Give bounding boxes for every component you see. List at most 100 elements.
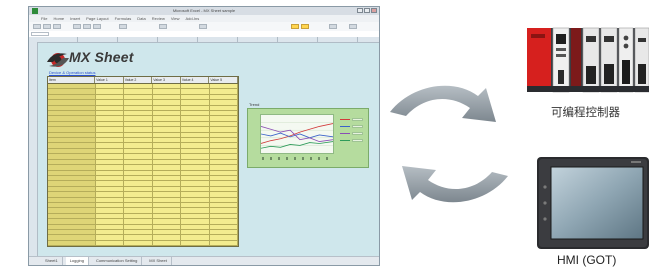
table-cell[interactable]: [124, 202, 153, 208]
table-cell[interactable]: [152, 121, 182, 127]
table-cell[interactable]: [48, 89, 96, 94]
table-cell[interactable]: [209, 202, 239, 208]
table-cell[interactable]: [95, 100, 125, 105]
ribbon-tab-home[interactable]: Home: [53, 15, 64, 22]
table-cell[interactable]: [181, 165, 210, 170]
table-cell[interactable]: [181, 84, 210, 89]
table-cell[interactable]: [181, 213, 210, 219]
table-cell[interactable]: [181, 208, 210, 213]
table-cell[interactable]: [95, 219, 125, 224]
table-row[interactable]: [48, 240, 239, 247]
table-cell[interactable]: [48, 165, 96, 170]
table-cell[interactable]: [48, 240, 96, 246]
bold-icon[interactable]: [83, 24, 91, 29]
table-cell[interactable]: [152, 224, 182, 229]
table-cell[interactable]: [48, 229, 96, 235]
table-cell[interactable]: [95, 240, 125, 246]
maximize-icon[interactable]: [364, 8, 370, 13]
table-cell[interactable]: [95, 121, 125, 127]
ribbon-tab-review[interactable]: Review: [152, 15, 165, 22]
table-cell[interactable]: [209, 186, 239, 192]
table-cell[interactable]: [209, 240, 239, 246]
table-cell[interactable]: [95, 138, 125, 143]
table-cell[interactable]: [95, 175, 125, 181]
table-cell[interactable]: [95, 143, 125, 148]
table-cell[interactable]: [209, 208, 239, 213]
table-cell[interactable]: [209, 170, 239, 175]
table-cell[interactable]: [209, 94, 239, 100]
table-cell[interactable]: [209, 165, 239, 170]
table-cell[interactable]: [181, 219, 210, 224]
table-cell[interactable]: [209, 132, 239, 138]
italic-icon[interactable]: [93, 24, 101, 29]
table-cell[interactable]: [181, 235, 210, 240]
table-cell[interactable]: [152, 143, 182, 148]
table-cell[interactable]: [124, 208, 153, 213]
table-cell[interactable]: [48, 181, 96, 186]
table-cell[interactable]: [181, 100, 210, 105]
paste-icon[interactable]: [33, 24, 41, 29]
table-cell[interactable]: [209, 192, 239, 197]
table-cell[interactable]: [95, 229, 125, 235]
mx-sheet-start-icon[interactable]: [301, 24, 309, 29]
table-cell[interactable]: [124, 170, 153, 175]
table-cell[interactable]: [124, 121, 153, 127]
table-cell[interactable]: [124, 181, 153, 186]
table-cell[interactable]: [152, 165, 182, 170]
table-cell[interactable]: [124, 100, 153, 105]
table-cell[interactable]: [95, 235, 125, 240]
table-cell[interactable]: [124, 89, 153, 94]
table-cell[interactable]: [209, 116, 239, 121]
table-cell[interactable]: [181, 175, 210, 181]
find-icon[interactable]: [349, 24, 357, 29]
table-cell[interactable]: [124, 165, 153, 170]
cut-icon[interactable]: [43, 24, 51, 29]
sheet-tab-1[interactable]: Sheet1: [41, 257, 63, 265]
table-cell[interactable]: [209, 148, 239, 154]
table-cell[interactable]: [209, 197, 239, 202]
table-cell[interactable]: [152, 229, 182, 235]
table-cell[interactable]: [48, 170, 96, 175]
table-link[interactable]: Device & Operation status: [49, 70, 95, 75]
table-cell[interactable]: [209, 143, 239, 148]
table-cell[interactable]: [152, 192, 182, 197]
table-cell[interactable]: [152, 240, 182, 246]
table-cell[interactable]: [209, 219, 239, 224]
table-cell[interactable]: [181, 181, 210, 186]
table-cell[interactable]: [48, 235, 96, 240]
sheet-tab-3[interactable]: Communication Setting: [92, 257, 143, 265]
table-cell[interactable]: [124, 229, 153, 235]
table-cell[interactable]: [152, 159, 182, 165]
table-cell[interactable]: [48, 121, 96, 127]
ribbon-tab-insert[interactable]: Insert: [70, 15, 80, 22]
table-cell[interactable]: [48, 208, 96, 213]
table-cell[interactable]: [124, 154, 153, 159]
table-cell[interactable]: [124, 94, 153, 100]
table-cell[interactable]: [181, 170, 210, 175]
table-cell[interactable]: [124, 240, 153, 246]
table-cell[interactable]: [209, 175, 239, 181]
table-cell[interactable]: [152, 213, 182, 219]
table-cell[interactable]: [124, 127, 153, 132]
table-cell[interactable]: [152, 127, 182, 132]
table-cell[interactable]: [95, 154, 125, 159]
table-cell[interactable]: [152, 89, 182, 94]
mx-sheet-connect-icon[interactable]: [291, 24, 299, 29]
table-cell[interactable]: [48, 111, 96, 116]
table-cell[interactable]: [48, 186, 96, 192]
table-cell[interactable]: [48, 148, 96, 154]
copy-icon[interactable]: [53, 24, 61, 29]
table-cell[interactable]: [181, 240, 210, 246]
table-cell[interactable]: [152, 105, 182, 111]
table-cell[interactable]: [95, 186, 125, 192]
table-cell[interactable]: [95, 105, 125, 111]
table-cell[interactable]: [181, 94, 210, 100]
table-cell[interactable]: [209, 89, 239, 94]
table-cell[interactable]: [95, 202, 125, 208]
align-icon[interactable]: [119, 24, 127, 29]
table-cell[interactable]: [95, 224, 125, 229]
table-cell[interactable]: [209, 121, 239, 127]
table-cell[interactable]: [124, 138, 153, 143]
table-cell[interactable]: [48, 224, 96, 229]
ribbon-tab-view[interactable]: View: [171, 15, 180, 22]
